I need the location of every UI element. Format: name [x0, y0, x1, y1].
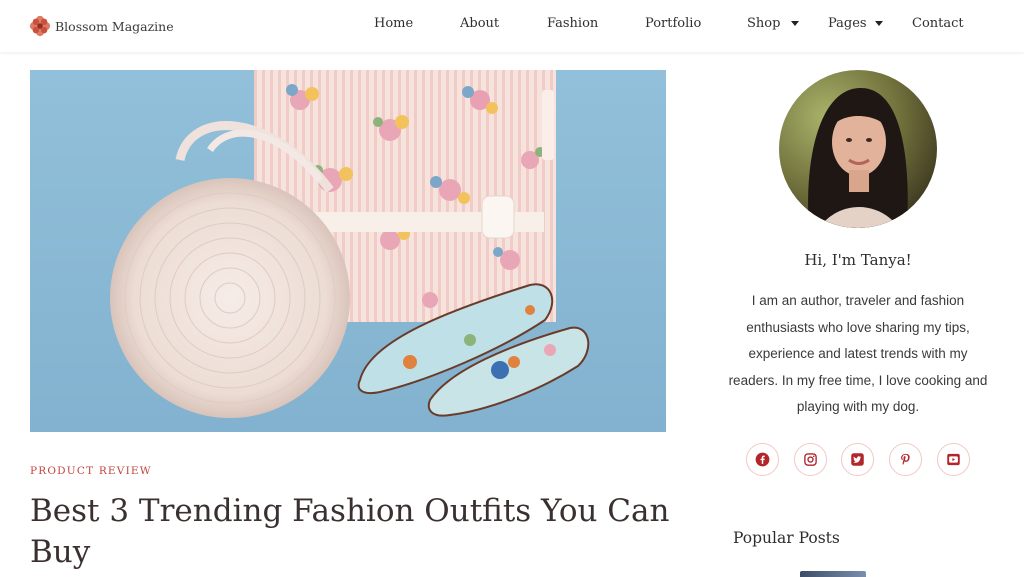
- nav-pages[interactable]: Pages: [828, 16, 867, 32]
- nav-shop[interactable]: Shop: [747, 16, 780, 32]
- popular-posts-heading: Popular Posts: [733, 529, 840, 547]
- post-category[interactable]: PRODUCT REVIEW: [30, 465, 152, 477]
- author-greeting: Hi, I'm Tanya!: [804, 251, 912, 269]
- youtube-icon: [947, 453, 960, 466]
- nav-contact[interactable]: Contact: [912, 16, 964, 32]
- nav-home[interactable]: Home: [374, 16, 413, 32]
- post-title[interactable]: Best 3 Trending Fashion Outfits You Can …: [30, 491, 690, 573]
- logo-text: Blossom Magazine: [55, 18, 174, 34]
- flower-logo-icon: [29, 15, 51, 37]
- site-header: Blossom Magazine Home About Fashion Port…: [0, 0, 1024, 52]
- author-bio: I am an author, traveler and fashion ent…: [728, 293, 988, 414]
- site-logo[interactable]: Blossom Magazine: [29, 14, 174, 38]
- popular-post-thumbnail[interactable]: [800, 571, 866, 577]
- facebook-link[interactable]: [746, 443, 779, 476]
- youtube-link[interactable]: [937, 443, 970, 476]
- pages-chevron-down-icon[interactable]: [875, 21, 883, 26]
- nav-fashion[interactable]: Fashion: [547, 16, 598, 32]
- shop-chevron-down-icon[interactable]: [791, 21, 799, 26]
- facebook-icon: [755, 452, 770, 467]
- twitter-icon: [851, 453, 864, 466]
- twitter-link[interactable]: [841, 443, 874, 476]
- instagram-link[interactable]: [794, 443, 827, 476]
- author-avatar: [779, 70, 937, 228]
- nav-portfolio[interactable]: Portfolio: [645, 16, 701, 32]
- pinterest-link[interactable]: [889, 443, 922, 476]
- featured-image[interactable]: [30, 70, 666, 432]
- instagram-icon: [804, 453, 817, 466]
- nav-about[interactable]: About: [460, 16, 499, 32]
- pinterest-icon: [901, 453, 910, 465]
